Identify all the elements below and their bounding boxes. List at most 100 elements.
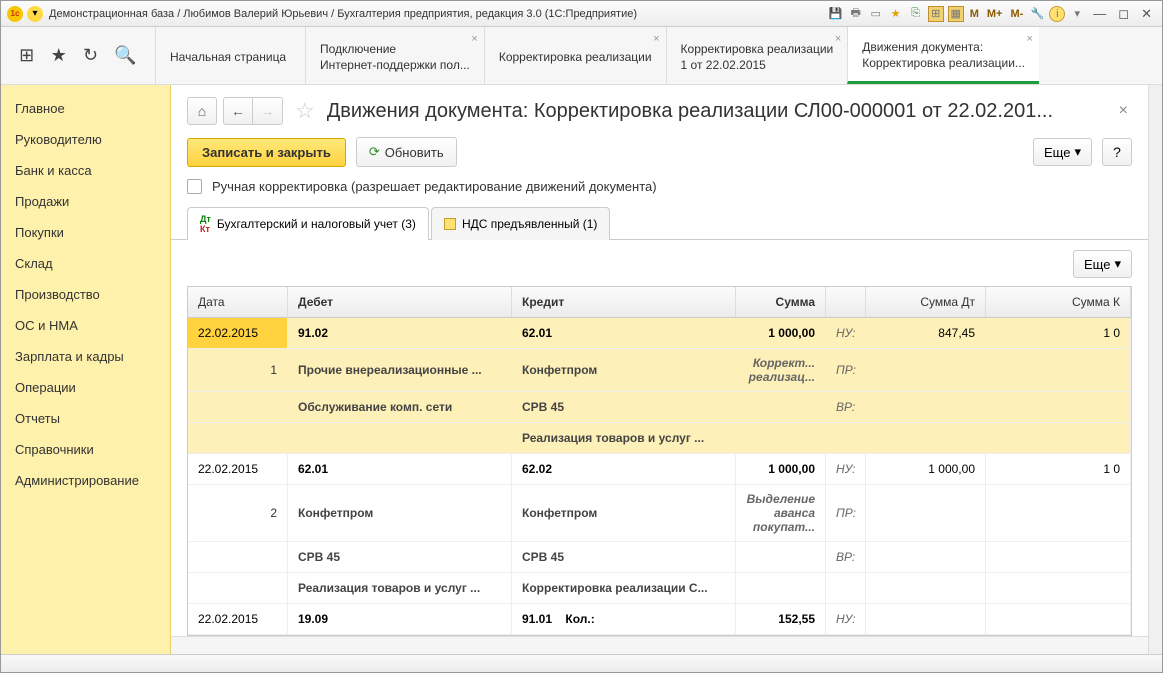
maximize-button[interactable]: ◻ [1114, 6, 1133, 22]
table-row[interactable]: 22.02.2015 91.02 62.01 1 000,00 НУ: 847,… [188, 318, 1131, 349]
sidebar-item[interactable]: Справочники [1, 434, 170, 465]
tab-close-icon[interactable]: × [1027, 33, 1033, 45]
sidebar-item[interactable]: ОС и НМА [1, 310, 170, 341]
table-row[interactable]: 2 Конфетпром Конфетпром Выделение аванса… [188, 485, 1131, 542]
cell-debit-line: Реализация товаров и услуг ... [288, 573, 512, 603]
print-icon[interactable]: 🖶 [848, 6, 864, 22]
close-button[interactable]: ✕ [1137, 6, 1156, 22]
history-icon[interactable]: ↻ [83, 45, 98, 66]
tab-line2: 1 от 22.02.2015 [681, 58, 834, 74]
sidebar-item[interactable]: Продажи [1, 186, 170, 217]
cell-sumk [986, 604, 1131, 634]
cell-n: 1 [188, 349, 288, 391]
back-button[interactable]: ← [223, 97, 253, 125]
sidebar-item[interactable]: Склад [1, 248, 170, 279]
top-tab[interactable]: Начальная страница [155, 27, 305, 84]
link-icon[interactable]: ⎘ [908, 6, 924, 22]
cell-sum: 152,55 [736, 604, 826, 634]
sidebar-item[interactable]: Операции [1, 372, 170, 403]
cell-credit-line: СРВ 45 [512, 392, 736, 422]
cell-date: 22.02.2015 [188, 454, 288, 484]
table-more-button[interactable]: Еще ▾ [1073, 250, 1132, 278]
cell-debit-line: Прочие внереализационные ... [288, 349, 512, 391]
sidebar-item[interactable]: Производство [1, 279, 170, 310]
sidebar-item[interactable]: Главное [1, 93, 170, 124]
table-row[interactable]: Реализация товаров и услуг ... Корректир… [188, 573, 1131, 604]
top-tab[interactable]: Корректировка реализации1 от 22.02.2015× [666, 27, 848, 84]
calendar-icon[interactable]: ▦ [948, 6, 964, 22]
save-icon[interactable]: 💾 [828, 6, 844, 22]
sidebar-item[interactable]: Отчеты [1, 403, 170, 434]
col-sum[interactable]: Сумма [736, 287, 826, 317]
status-bar [1, 654, 1162, 672]
vertical-scrollbar[interactable] [1148, 85, 1162, 654]
cell-sum: 1 000,00 [736, 454, 826, 484]
cell-tag: ВР: [826, 392, 866, 422]
m-plus-button[interactable]: М+ [985, 6, 1005, 22]
cell-sumdt [866, 604, 986, 634]
col-tag[interactable] [826, 287, 866, 317]
tab-line1: Начальная страница [170, 50, 291, 66]
cell-sumk [986, 485, 1131, 541]
top-tab[interactable]: Движения документа:Корректировка реализа… [847, 27, 1039, 84]
doc-icon[interactable]: ▭ [868, 6, 884, 22]
sidebar-item[interactable]: Банк и касса [1, 155, 170, 186]
col-debit[interactable]: Дебет [288, 287, 512, 317]
favorite-star-icon[interactable]: ☆ [295, 98, 315, 124]
minimize-button[interactable]: — [1089, 6, 1110, 21]
more-button[interactable]: Еще ▾ [1033, 138, 1092, 166]
m-button[interactable]: М [968, 6, 981, 22]
manual-edit-checkbox[interactable] [187, 179, 202, 194]
cell-sumdt: 847,45 [866, 318, 986, 348]
table-row[interactable]: СРВ 45 СРВ 45 ВР: [188, 542, 1131, 573]
col-sumdt[interactable]: Сумма Дт [866, 287, 986, 317]
tab-close-icon[interactable]: × [835, 33, 841, 45]
dtkt-icon: ДтКт [200, 214, 211, 234]
cell-tag [826, 423, 866, 453]
sidebar-item[interactable]: Администрирование [1, 465, 170, 496]
help-button[interactable]: ? [1102, 138, 1132, 166]
info-icon[interactable]: i [1049, 6, 1065, 22]
cell-desc [736, 573, 826, 603]
cell-n [188, 573, 288, 603]
top-tab[interactable]: Корректировка реализации× [484, 27, 666, 84]
favorite-icon[interactable]: ★ [888, 6, 904, 22]
sidebar-item[interactable]: Покупки [1, 217, 170, 248]
page-close-button[interactable]: × [1115, 102, 1132, 120]
info-dropdown-icon[interactable]: ▾ [1069, 6, 1085, 22]
home-button[interactable]: ⌂ [187, 97, 217, 125]
col-credit[interactable]: Кредит [512, 287, 736, 317]
apps-icon[interactable]: ⊞ [19, 45, 34, 66]
inner-tab[interactable]: ДтКтБухгалтерский и налоговый учет (3) [187, 207, 429, 240]
col-date[interactable]: Дата [188, 287, 288, 317]
sidebar-item[interactable]: Руководителю [1, 124, 170, 155]
tab-close-icon[interactable]: × [653, 33, 659, 45]
table-row[interactable]: 1 Прочие внереализационные ... Конфетпро… [188, 349, 1131, 392]
cell-sum: 1 000,00 [736, 318, 826, 348]
cell-sumdt: 1 000,00 [866, 454, 986, 484]
table-row[interactable]: 22.02.2015 62.01 62.02 1 000,00 НУ: 1 00… [188, 454, 1131, 485]
cell-sumk [986, 349, 1131, 391]
cell-sumk [986, 573, 1131, 603]
cell-credit-line: Реализация товаров и услуг ... [512, 423, 736, 453]
cell-debit-acc: 62.01 [288, 454, 512, 484]
calculator-icon[interactable]: ⊞ [928, 6, 944, 22]
table-row[interactable]: Реализация товаров и услуг ... [188, 423, 1131, 454]
cell-n [188, 542, 288, 572]
star-icon[interactable]: ★ [51, 45, 67, 66]
save-close-button[interactable]: Записать и закрыть [187, 138, 346, 167]
dropdown-icon[interactable]: ▾ [27, 6, 43, 22]
tab-close-icon[interactable]: × [471, 33, 477, 45]
top-tab[interactable]: ПодключениеИнтернет-поддержки пол...× [305, 27, 484, 84]
sidebar-item[interactable]: Зарплата и кадры [1, 341, 170, 372]
refresh-button[interactable]: ⟳ Обновить [356, 137, 457, 167]
table-row[interactable]: Обслуживание комп. сети СРВ 45 ВР: [188, 392, 1131, 423]
col-sumk[interactable]: Сумма К [986, 287, 1131, 317]
cell-credit-line: СРВ 45 [512, 542, 736, 572]
search-icon[interactable]: 🔍 [114, 45, 136, 66]
forward-button[interactable]: → [253, 97, 283, 125]
inner-tab[interactable]: НДС предъявленный (1) [431, 207, 610, 240]
table-row[interactable]: 22.02.2015 19.09 91.01 Кол.: 152,55 НУ: [188, 604, 1131, 635]
m-minus-button[interactable]: М- [1008, 6, 1025, 22]
tools-icon[interactable]: 🔧 [1029, 6, 1045, 22]
